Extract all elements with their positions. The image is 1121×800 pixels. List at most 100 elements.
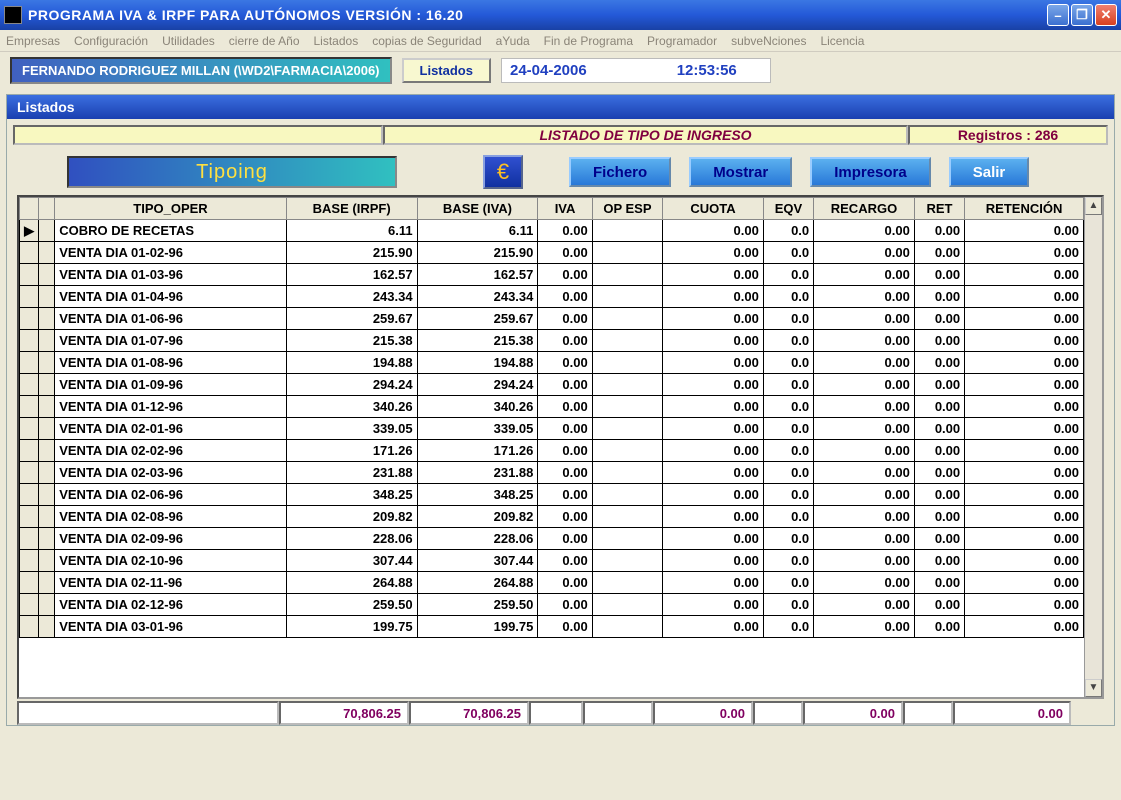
maximize-button[interactable]: ❐ (1071, 4, 1093, 26)
cell-ret[interactable]: 0.00 (914, 462, 964, 484)
minimize-button[interactable]: – (1047, 4, 1069, 26)
cell-tipo[interactable]: VENTA DIA 02-09-96 (55, 528, 287, 550)
cell-tipo[interactable]: COBRO DE RECETAS (55, 220, 287, 242)
table-row[interactable]: VENTA DIA 01-06-96259.67259.670.000.000.… (20, 308, 1084, 330)
cell-rec[interactable]: 0.00 (814, 396, 915, 418)
fichero-button[interactable]: Fichero (569, 157, 671, 187)
cell-reten[interactable]: 0.00 (965, 330, 1084, 352)
cell-biva[interactable]: 6.11 (417, 220, 538, 242)
cell-op[interactable] (592, 484, 662, 506)
cell-biva[interactable]: 199.75 (417, 616, 538, 638)
cell-eqv[interactable]: 0.0 (763, 418, 813, 440)
cell-reten[interactable]: 0.00 (965, 220, 1084, 242)
cell-rec[interactable]: 0.00 (814, 528, 915, 550)
euro-icon[interactable]: € (483, 155, 523, 189)
cell-birpf[interactable]: 209.82 (286, 506, 417, 528)
cell-eqv[interactable]: 0.0 (763, 484, 813, 506)
cell-reten[interactable]: 0.00 (965, 550, 1084, 572)
cell-rec[interactable]: 0.00 (814, 506, 915, 528)
cell-birpf[interactable]: 6.11 (286, 220, 417, 242)
cell-biva[interactable]: 231.88 (417, 462, 538, 484)
cell-eqv[interactable]: 0.0 (763, 396, 813, 418)
cell-rec[interactable]: 0.00 (814, 440, 915, 462)
cell-tipo[interactable]: VENTA DIA 03-01-96 (55, 616, 287, 638)
table-row[interactable]: VENTA DIA 01-04-96243.34243.340.000.000.… (20, 286, 1084, 308)
cell-rec[interactable]: 0.00 (814, 308, 915, 330)
cell-iva[interactable]: 0.00 (538, 594, 592, 616)
cell-tipo[interactable]: VENTA DIA 02-03-96 (55, 462, 287, 484)
tipoing-box[interactable]: Tipoing (67, 156, 397, 188)
cell-op[interactable] (592, 264, 662, 286)
cell-birpf[interactable]: 228.06 (286, 528, 417, 550)
table-row[interactable]: VENTA DIA 03-01-96199.75199.750.000.000.… (20, 616, 1084, 638)
cell-iva[interactable]: 0.00 (538, 374, 592, 396)
cell-iva[interactable]: 0.00 (538, 418, 592, 440)
cell-biva[interactable]: 215.38 (417, 330, 538, 352)
cell-birpf[interactable]: 194.88 (286, 352, 417, 374)
cell-ret[interactable]: 0.00 (914, 594, 964, 616)
table-row[interactable]: VENTA DIA 01-08-96194.88194.880.000.000.… (20, 352, 1084, 374)
cell-op[interactable] (592, 330, 662, 352)
menu-copias-de-seguridad[interactable]: copias de Seguridad (372, 34, 481, 48)
cell-cuota[interactable]: 0.00 (663, 330, 764, 352)
cell-ret[interactable]: 0.00 (914, 330, 964, 352)
col-iva[interactable]: IVA (538, 198, 592, 220)
cell-eqv[interactable]: 0.0 (763, 264, 813, 286)
cell-reten[interactable]: 0.00 (965, 374, 1084, 396)
table-row[interactable]: VENTA DIA 01-02-96215.90215.900.000.000.… (20, 242, 1084, 264)
cell-ret[interactable]: 0.00 (914, 396, 964, 418)
cell-birpf[interactable]: 215.90 (286, 242, 417, 264)
cell-cuota[interactable]: 0.00 (663, 616, 764, 638)
cell-birpf[interactable]: 259.67 (286, 308, 417, 330)
cell-rec[interactable]: 0.00 (814, 220, 915, 242)
cell-tipo[interactable]: VENTA DIA 01-06-96 (55, 308, 287, 330)
cell-cuota[interactable]: 0.00 (663, 264, 764, 286)
cell-op[interactable] (592, 506, 662, 528)
cell-rec[interactable]: 0.00 (814, 418, 915, 440)
cell-op[interactable] (592, 352, 662, 374)
cell-eqv[interactable]: 0.0 (763, 462, 813, 484)
cell-iva[interactable]: 0.00 (538, 242, 592, 264)
menu-subvenciones[interactable]: subveNciones (731, 34, 806, 48)
cell-tipo[interactable]: VENTA DIA 01-02-96 (55, 242, 287, 264)
cell-eqv[interactable]: 0.0 (763, 550, 813, 572)
cell-iva[interactable]: 0.00 (538, 528, 592, 550)
table-row[interactable]: VENTA DIA 02-06-96348.25348.250.000.000.… (20, 484, 1084, 506)
cell-rec[interactable]: 0.00 (814, 242, 915, 264)
cell-iva[interactable]: 0.00 (538, 484, 592, 506)
cell-reten[interactable]: 0.00 (965, 506, 1084, 528)
col-op-esp[interactable]: OP ESP (592, 198, 662, 220)
cell-op[interactable] (592, 418, 662, 440)
close-button[interactable]: ✕ (1095, 4, 1117, 26)
cell-biva[interactable]: 259.50 (417, 594, 538, 616)
cell-reten[interactable]: 0.00 (965, 264, 1084, 286)
cell-cuota[interactable]: 0.00 (663, 242, 764, 264)
cell-reten[interactable]: 0.00 (965, 418, 1084, 440)
menu-programador[interactable]: Programador (647, 34, 717, 48)
cell-rec[interactable]: 0.00 (814, 352, 915, 374)
col-cuota[interactable]: CUOTA (663, 198, 764, 220)
cell-reten[interactable]: 0.00 (965, 594, 1084, 616)
cell-ret[interactable]: 0.00 (914, 506, 964, 528)
cell-eqv[interactable]: 0.0 (763, 374, 813, 396)
cell-ret[interactable]: 0.00 (914, 484, 964, 506)
cell-rec[interactable]: 0.00 (814, 264, 915, 286)
cell-eqv[interactable]: 0.0 (763, 594, 813, 616)
col-base-iva-[interactable]: BASE (IVA) (417, 198, 538, 220)
cell-op[interactable] (592, 286, 662, 308)
cell-tipo[interactable]: VENTA DIA 01-07-96 (55, 330, 287, 352)
cell-cuota[interactable]: 0.00 (663, 352, 764, 374)
table-row[interactable]: VENTA DIA 01-07-96215.38215.380.000.000.… (20, 330, 1084, 352)
col-tipo-oper[interactable]: TIPO_OPER (55, 198, 287, 220)
cell-tipo[interactable]: VENTA DIA 01-09-96 (55, 374, 287, 396)
cell-reten[interactable]: 0.00 (965, 308, 1084, 330)
cell-birpf[interactable]: 215.38 (286, 330, 417, 352)
cell-ret[interactable]: 0.00 (914, 440, 964, 462)
cell-iva[interactable]: 0.00 (538, 440, 592, 462)
cell-ret[interactable]: 0.00 (914, 418, 964, 440)
col-retenci-n[interactable]: RETENCIÓN (965, 198, 1084, 220)
cell-tipo[interactable]: VENTA DIA 01-08-96 (55, 352, 287, 374)
cell-rec[interactable]: 0.00 (814, 286, 915, 308)
cell-biva[interactable]: 340.26 (417, 396, 538, 418)
cell-eqv[interactable]: 0.0 (763, 528, 813, 550)
